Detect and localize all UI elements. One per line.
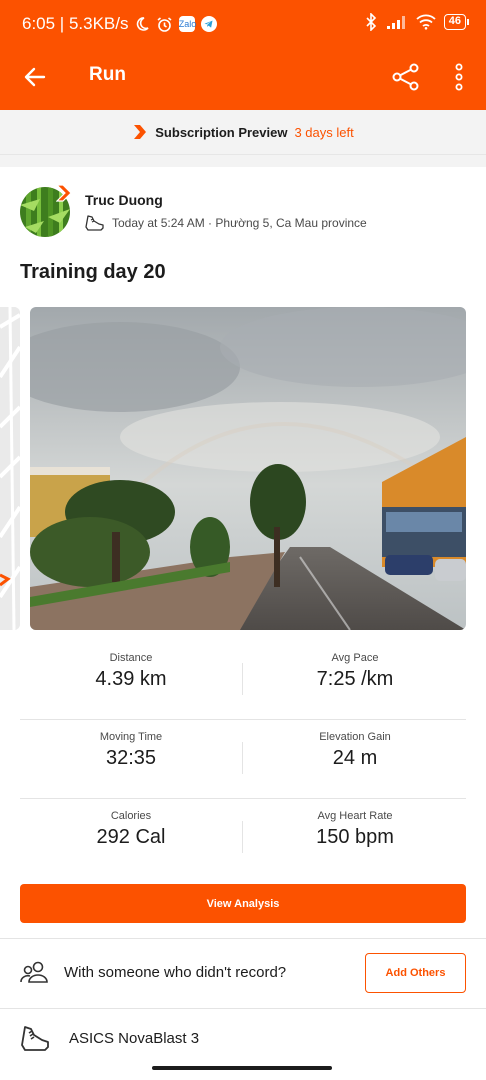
stat-row: Moving Time 32:35 Elevation Gain 24 m — [20, 720, 466, 799]
stat-moving-time: Moving Time 32:35 — [20, 731, 242, 770]
stat-avg-heart-rate: Avg Heart Rate 150 bpm — [244, 810, 466, 849]
stat-label: Elevation Gain — [319, 731, 391, 743]
zalo-app-icon: Zalo — [178, 16, 197, 32]
add-others-button[interactable]: Add Others — [365, 953, 466, 993]
gear-shoe-name[interactable]: ASICS NovaBlast 3 — [69, 1030, 199, 1047]
stat-label: Moving Time — [99, 731, 163, 743]
stat-value: 150 bpm — [316, 826, 394, 848]
view-analysis-button[interactable]: View Analysis — [20, 884, 466, 923]
zalo-label: Zalo — [178, 19, 197, 29]
group-icon — [20, 961, 48, 983]
stat-row: Calories 292 Cal Avg Heart Rate 150 bpm — [20, 799, 466, 878]
stat-divider — [242, 821, 243, 853]
stat-divider — [242, 663, 243, 695]
stat-elevation-gain: Elevation Gain 24 m — [244, 731, 466, 770]
share-button[interactable] — [388, 59, 424, 95]
divider — [0, 938, 486, 939]
divider — [0, 1008, 486, 1009]
stat-label: Avg Heart Rate — [317, 810, 393, 822]
shoe-icon — [85, 215, 104, 231]
page-title: Run — [89, 64, 126, 85]
back-button[interactable] — [18, 60, 52, 94]
strava-badge-icon — [56, 184, 72, 202]
route-map-thumbnail[interactable] — [0, 307, 20, 630]
signal-icon — [386, 14, 408, 30]
stat-value: 7:25 /km — [316, 668, 394, 690]
stat-calories: Calories 292 Cal — [20, 810, 242, 849]
activity-title: Training day 20 — [20, 261, 166, 283]
moon-icon — [134, 16, 150, 32]
stat-label: Calories — [110, 810, 152, 822]
stat-divider — [242, 742, 243, 774]
subscription-days-left: 3 days left — [294, 124, 354, 140]
activity-photo[interactable] — [30, 307, 466, 630]
stat-row: Distance 4.39 km Avg Pace 7:25 /km — [20, 641, 466, 720]
subscription-banner[interactable]: Subscription Preview 3 days left — [0, 110, 486, 155]
subscription-title: Subscription Preview — [155, 124, 288, 140]
status-bar: 6:05 | 5.3KB/s Zalo 46 — [0, 0, 486, 44]
app-bar: Run — [0, 44, 486, 110]
stat-label: Avg Pace — [331, 652, 379, 664]
with-others-prompt: With someone who didn't record? — [64, 964, 287, 981]
more-vertical-icon — [455, 63, 463, 91]
section-gap — [0, 155, 486, 167]
back-arrow-icon — [24, 67, 46, 87]
alarm-icon — [156, 16, 173, 33]
stat-value: 32:35 — [105, 747, 157, 769]
activity-stats: Distance 4.39 km Avg Pace 7:25 /km Movin… — [20, 641, 466, 878]
gear-shoe-icon — [21, 1026, 49, 1051]
athlete-name[interactable]: Truc Duong — [85, 192, 163, 208]
status-time-speed: 6:05 | 5.3KB/s — [22, 14, 129, 33]
stat-distance: Distance 4.39 km — [20, 652, 242, 691]
stat-value: 4.39 km — [95, 668, 167, 690]
telegram-app-icon — [201, 16, 218, 32]
share-icon — [392, 63, 419, 91]
stat-label: Distance — [109, 652, 153, 664]
home-indicator[interactable] — [152, 1066, 332, 1070]
activity-meta: Today at 5:24 AM · Phường 5, Ca Mau prov… — [85, 214, 367, 232]
battery-level: 46 — [448, 15, 461, 27]
more-options-button[interactable] — [446, 59, 472, 95]
battery-icon: 46 — [443, 14, 470, 30]
strava-subscription-icon — [134, 125, 147, 139]
wifi-icon — [416, 14, 436, 30]
stat-value: 24 m — [332, 747, 378, 769]
activity-timestamp-location: Today at 5:24 AM · Phường 5, Ca Mau prov… — [112, 216, 367, 230]
stat-value: 292 Cal — [96, 826, 166, 848]
stat-avg-pace: Avg Pace 7:25 /km — [244, 652, 466, 691]
bluetooth-icon — [364, 13, 378, 31]
